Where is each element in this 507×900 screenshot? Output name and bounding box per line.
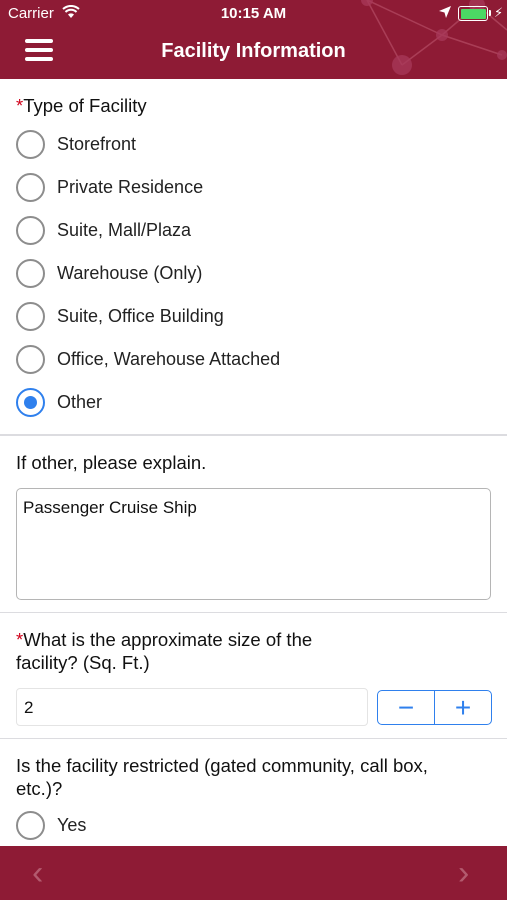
- facility-type-option[interactable]: Private Residence: [0, 166, 507, 209]
- other-explain-label: If other, please explain.: [16, 452, 207, 473]
- radio-unselected-icon[interactable]: [16, 173, 45, 202]
- facility-type-section: *Type of Facility Storefront Private Resi…: [0, 79, 507, 435]
- status-time: 10:15 AM: [220, 5, 287, 22]
- radio-dot: [24, 396, 37, 409]
- facility-type-option-label: Suite, Office Building: [57, 306, 224, 326]
- restricted-option-label: Yes: [57, 815, 87, 835]
- facility-size-input[interactable]: 2: [16, 688, 368, 726]
- restricted-section: Is the facility restricted (gated commun…: [0, 739, 507, 846]
- radio-unselected-icon[interactable]: [16, 130, 45, 159]
- battery-icon: [458, 6, 488, 21]
- facility-size-section: *What is the approximate size of the fac…: [0, 613, 507, 739]
- decrement-button[interactable]: −: [378, 691, 434, 724]
- facility-type-option-label: Private Residence: [57, 177, 204, 197]
- next-arrow-icon[interactable]: ›: [458, 854, 469, 893]
- facility-type-option[interactable]: Storefront: [0, 123, 507, 166]
- radio-unselected-icon[interactable]: [16, 216, 45, 245]
- facility-type-option[interactable]: Warehouse (Only): [0, 252, 507, 295]
- radio-selected-icon[interactable]: [16, 388, 45, 417]
- facility-type-option-label: Other: [57, 392, 103, 412]
- restricted-label: Is the facility restricted (gated commun…: [16, 755, 428, 799]
- previous-arrow-icon[interactable]: ‹: [32, 854, 43, 893]
- facility-type-option[interactable]: Suite, Mall/Plaza: [0, 209, 507, 252]
- facility-type-option-label: Suite, Mall/Plaza: [57, 220, 192, 240]
- radio-unselected-icon[interactable]: [16, 302, 45, 331]
- page-title: Facility Information: [161, 40, 346, 62]
- facility-type-option[interactable]: Other: [0, 381, 507, 424]
- facility-type-label: *Type of Facility: [16, 95, 147, 116]
- other-explain-textarea[interactable]: Passenger Cruise Ship: [16, 488, 491, 600]
- facility-type-option-label: Office, Warehouse Attached: [57, 349, 281, 369]
- facility-type-option-label: Warehouse (Only): [57, 263, 203, 283]
- status-bar: Carrier 10:15 AM ⚡: [0, 0, 507, 28]
- quantity-stepper: − +: [377, 690, 492, 725]
- location-arrow-icon: [439, 6, 451, 18]
- facility-type-option[interactable]: Suite, Office Building: [0, 295, 507, 338]
- restricted-option[interactable]: Yes: [0, 804, 507, 846]
- radio-unselected-icon[interactable]: [16, 345, 45, 374]
- facility-size-label: *What is the approximate size of the fac…: [16, 629, 313, 673]
- form-scroll-area[interactable]: *Type of Facility Storefront Private Resi…: [0, 79, 507, 846]
- facility-type-option-label: Storefront: [57, 134, 137, 154]
- charging-bolt-icon: ⚡: [494, 5, 504, 20]
- radio-unselected-icon[interactable]: [16, 259, 45, 288]
- radio-unselected-icon[interactable]: [16, 811, 45, 840]
- other-explain-section: If other, please explain. Passenger Crui…: [0, 435, 507, 613]
- increment-button[interactable]: +: [434, 691, 491, 724]
- header-bar: Carrier 10:15 AM ⚡ Facility Information: [0, 0, 507, 79]
- battery-tip: [489, 10, 491, 16]
- facility-type-option[interactable]: Office, Warehouse Attached: [0, 338, 507, 381]
- bottom-nav-bar: ‹ ›: [0, 846, 507, 900]
